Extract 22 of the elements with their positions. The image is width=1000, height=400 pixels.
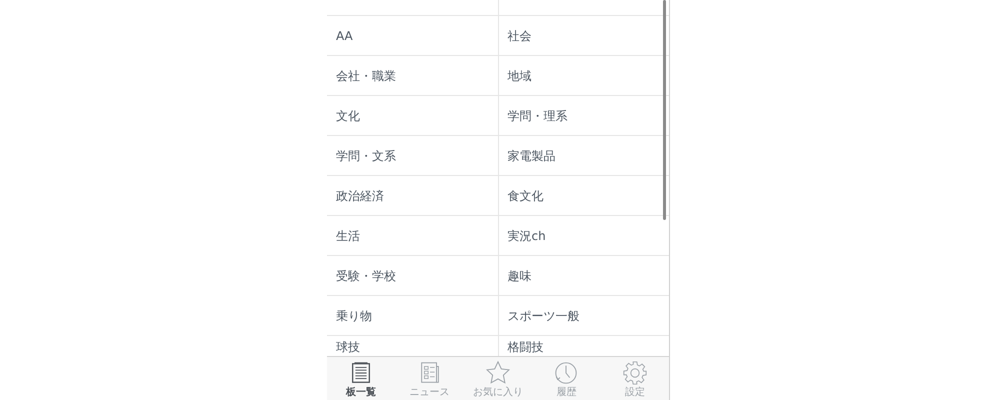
category-item[interactable]: スポーツ一般 bbox=[508, 308, 580, 322]
category-item[interactable]: 学問・文系 bbox=[336, 148, 396, 162]
category-item[interactable]: 政治経済 bbox=[336, 188, 384, 202]
category-item[interactable]: AA bbox=[336, 28, 353, 42]
category-item[interactable]: 実況ch bbox=[508, 228, 546, 242]
category-item[interactable]: 社会 bbox=[508, 28, 532, 42]
category-item[interactable]: 文化 bbox=[336, 108, 360, 122]
category-item[interactable]: 趣味 bbox=[508, 268, 532, 282]
category-item[interactable]: 会社・職業 bbox=[336, 68, 396, 82]
category-item[interactable]: 格闘技 bbox=[508, 340, 544, 354]
category-item[interactable]: 乗り物 bbox=[336, 308, 372, 322]
tab-button[interactable]: 板一覧 bbox=[327, 357, 396, 400]
category-item[interactable]: 地域 bbox=[508, 68, 532, 82]
category-item[interactable]: 球技 bbox=[336, 340, 360, 354]
category-item[interactable]: 受験・学校 bbox=[336, 268, 396, 282]
star-icon bbox=[485, 360, 512, 386]
category-item[interactable]: 生活 bbox=[336, 228, 360, 242]
category-item[interactable]: 食文化 bbox=[508, 188, 544, 202]
category-item[interactable]: 家電製品 bbox=[508, 148, 556, 162]
settings-icon bbox=[622, 360, 648, 386]
clock-icon bbox=[553, 360, 580, 386]
category-item[interactable]: 学問・理系 bbox=[508, 108, 568, 122]
